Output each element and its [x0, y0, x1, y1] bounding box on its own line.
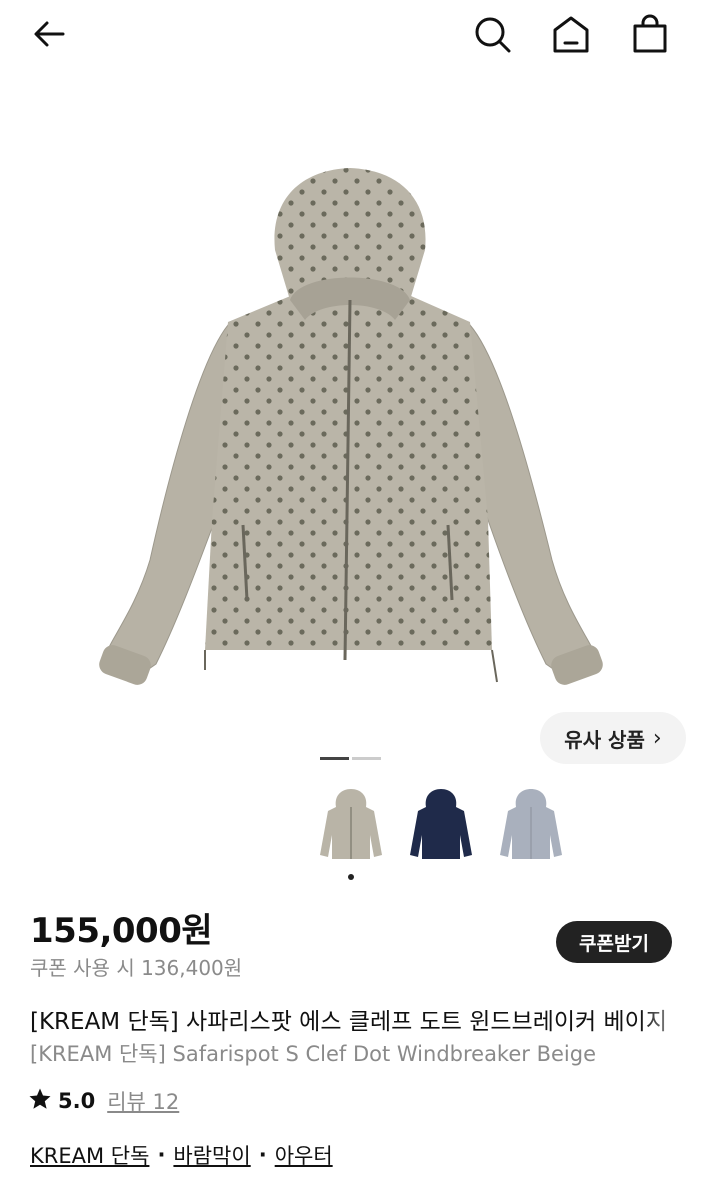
selected-variant-dot	[348, 874, 354, 880]
coupon-price: 쿠폰 사용 시 136,400원	[30, 956, 243, 980]
rating-row: 5.0 리뷰 12	[28, 1086, 179, 1116]
similar-products-label: 유사 상품	[564, 727, 645, 752]
review-link[interactable]: 리뷰 12	[107, 1086, 179, 1116]
rating-value: 5.0	[58, 1089, 96, 1113]
carousel-indicator-active	[320, 757, 349, 760]
star-icon	[28, 1087, 52, 1115]
category-link-outer[interactable]: 아우터	[275, 1140, 333, 1170]
category-separator: ·	[258, 1143, 267, 1167]
category-separator: ·	[157, 1143, 166, 1167]
home-icon[interactable]	[549, 12, 593, 56]
product-image[interactable]	[0, 70, 701, 770]
chevron-right-icon: ›	[652, 725, 662, 751]
variant-thumb-grey[interactable]	[494, 785, 568, 865]
product-title-ko: [KREAM 단독] 사파리스팟 에스 클레프 도트 윈드브레이커 베이지	[30, 1009, 667, 1035]
category-link-kream[interactable]: KREAM 단독	[30, 1140, 149, 1170]
variant-thumb-beige[interactable]	[314, 785, 388, 865]
get-coupon-button[interactable]: 쿠폰받기	[556, 921, 672, 963]
similar-products-button[interactable]: 유사 상품 ›	[540, 712, 686, 764]
back-arrow-icon[interactable]	[27, 12, 71, 56]
shopping-bag-icon[interactable]	[628, 12, 672, 56]
variant-thumb-navy[interactable]	[404, 785, 478, 865]
top-bar	[0, 0, 701, 70]
carousel-indicator-inactive	[352, 757, 381, 760]
category-breadcrumb: KREAM 단독 · 바람막이 · 아우터	[30, 1140, 333, 1170]
category-link-windbreaker[interactable]: 바람막이	[173, 1140, 250, 1170]
title-fade	[640, 1000, 701, 1036]
search-icon[interactable]	[470, 12, 514, 56]
price: 155,000원	[30, 911, 213, 951]
product-title-en: [KREAM 단독] Safarispot S Clef Dot Windbre…	[30, 1042, 596, 1066]
